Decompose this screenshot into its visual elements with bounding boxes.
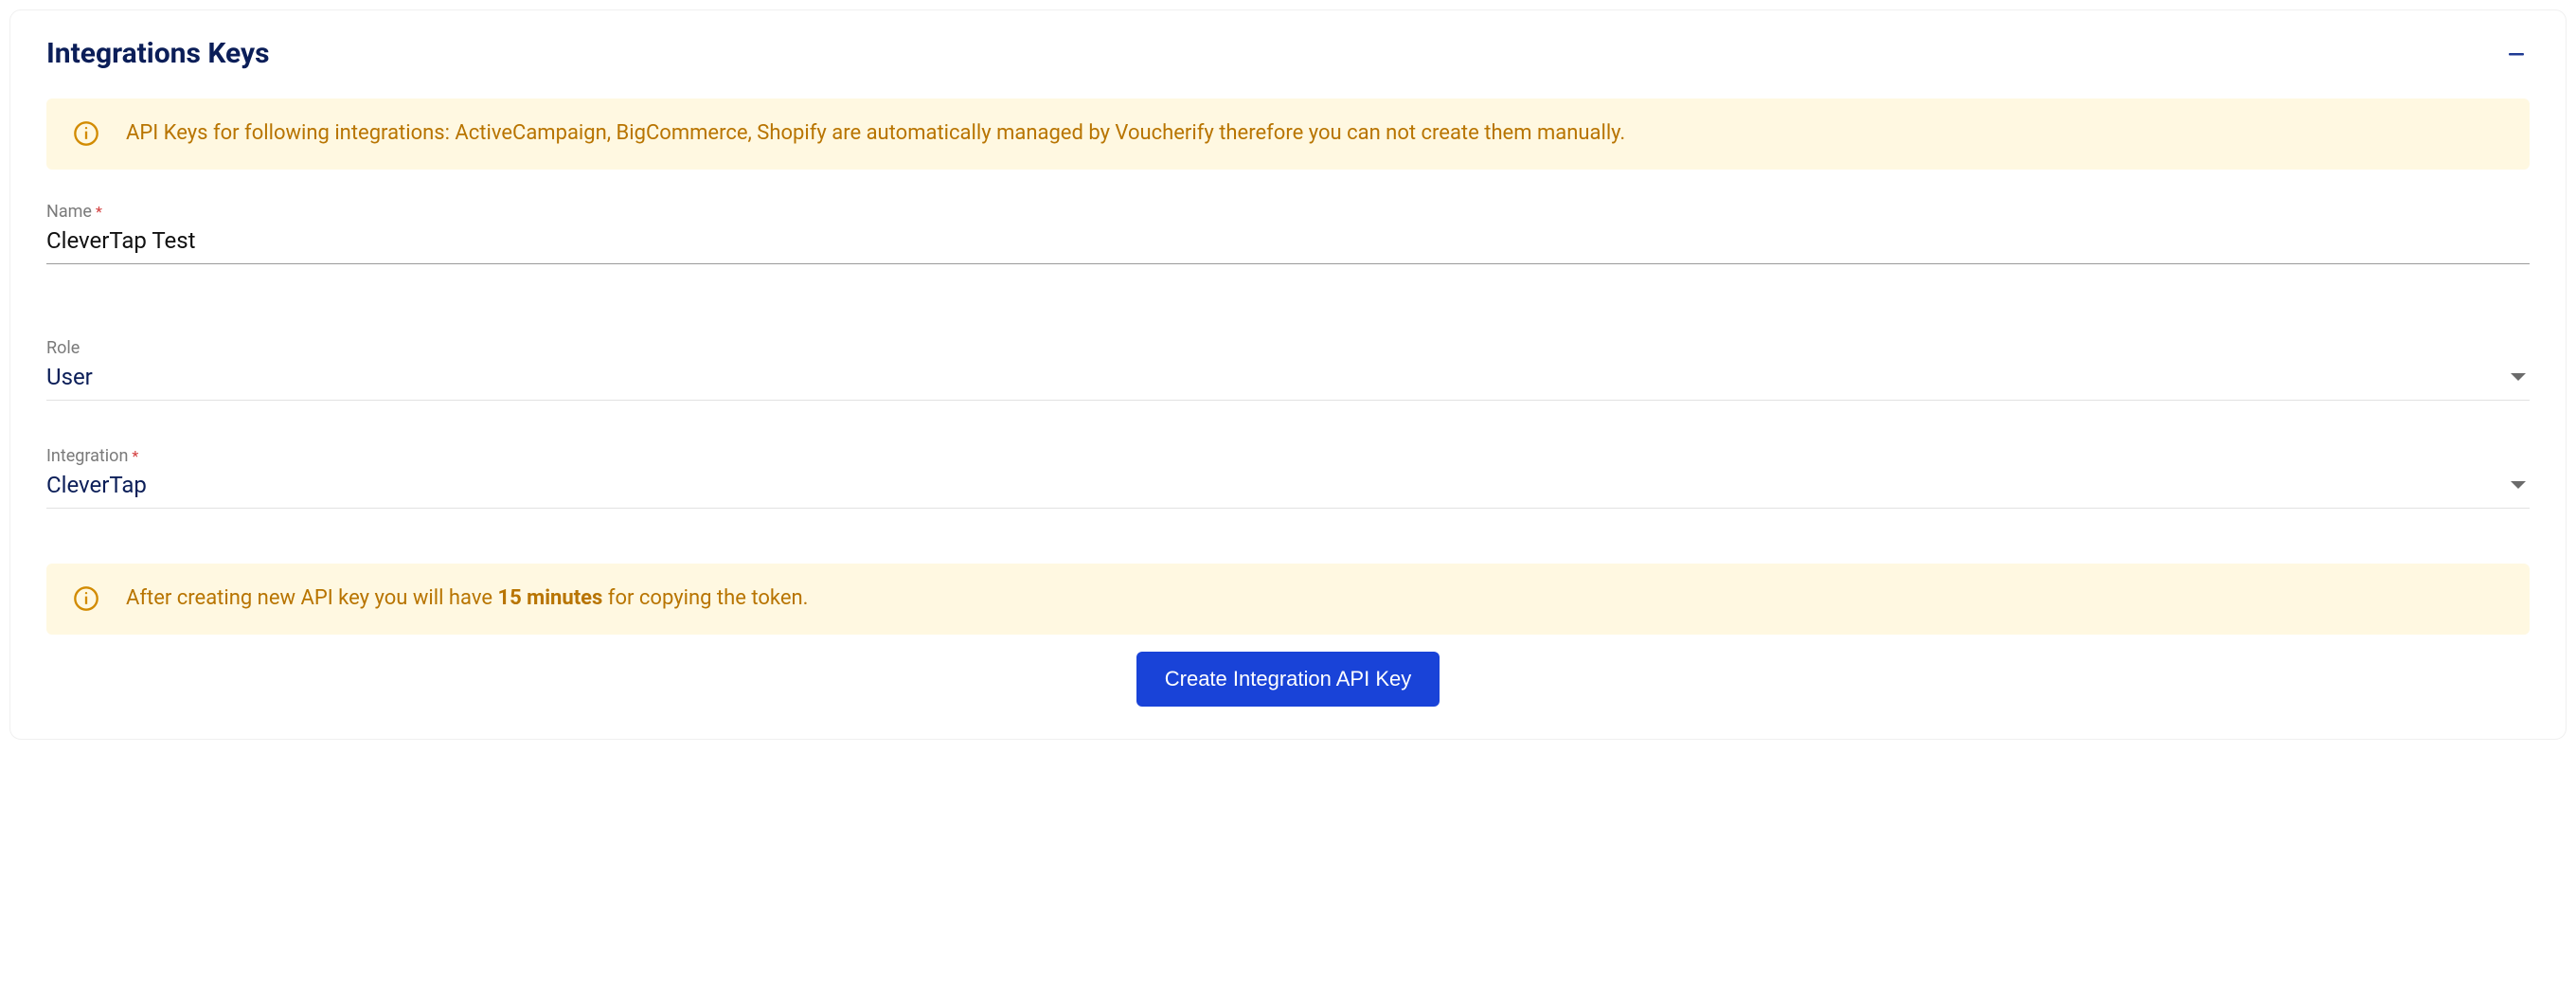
required-indicator: *	[96, 203, 102, 221]
info-alert-managed: API Keys for following integrations: Act…	[46, 99, 2530, 170]
chevron-down-icon	[2511, 481, 2526, 489]
integration-field-group: Integration * CleverTap	[46, 446, 2530, 509]
role-label: Role	[46, 338, 2530, 358]
info-icon	[73, 120, 99, 147]
integration-select[interactable]: CleverTap	[46, 468, 2530, 509]
info-alert-text: API Keys for following integrations: Act…	[126, 119, 1625, 149]
role-field-group: Role User	[46, 338, 2530, 401]
collapse-button[interactable]	[2503, 41, 2530, 67]
info-alert-token: After creating new API key you will have…	[46, 564, 2530, 635]
integrations-keys-card: Integrations Keys API Keys for following…	[9, 9, 2567, 740]
info-alert-token-text: After creating new API key you will have…	[126, 584, 808, 614]
integration-value: CleverTap	[46, 472, 147, 498]
chevron-down-icon	[2511, 373, 2526, 381]
role-value: User	[46, 364, 93, 390]
name-input[interactable]	[46, 224, 2530, 264]
name-label: Name *	[46, 202, 2530, 222]
integration-label: Integration *	[46, 446, 2530, 466]
card-header: Integrations Keys	[46, 37, 2530, 70]
name-field-group: Name *	[46, 202, 2530, 264]
required-indicator: *	[132, 447, 138, 465]
minus-icon	[2505, 43, 2528, 65]
create-integration-api-key-button[interactable]: Create Integration API Key	[1136, 652, 1440, 707]
info-icon	[73, 585, 99, 612]
card-title: Integrations Keys	[46, 37, 270, 70]
button-row: Create Integration API Key	[46, 652, 2530, 707]
role-select[interactable]: User	[46, 360, 2530, 401]
